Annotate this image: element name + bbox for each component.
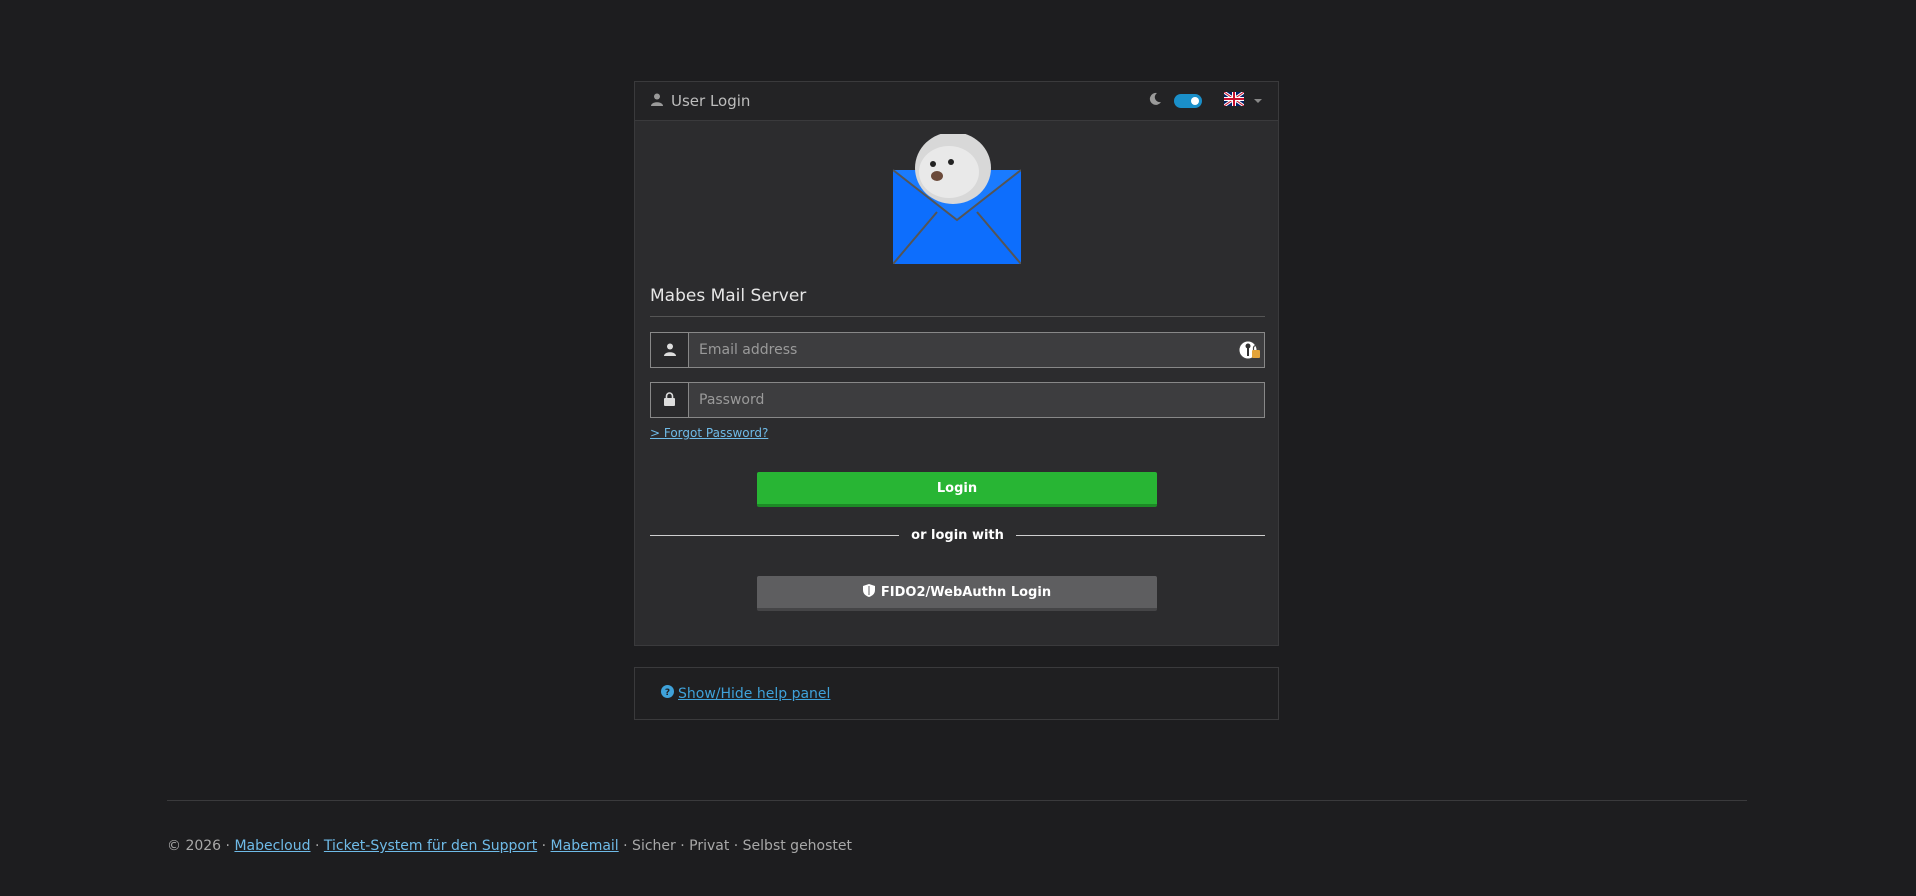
email-group xyxy=(650,332,1265,368)
fido-login-button[interactable]: FIDO2/WebAuthn Login xyxy=(757,576,1157,611)
footer-link-ticket[interactable]: Ticket-System für den Support xyxy=(324,838,537,854)
brand-name: Mabes Mail Server xyxy=(650,286,1265,317)
email-addon xyxy=(650,332,688,368)
footer-divider xyxy=(167,800,1747,801)
language-dropdown[interactable] xyxy=(1223,90,1262,110)
user-icon xyxy=(651,92,663,110)
header-controls xyxy=(1148,90,1262,110)
password-manager-icon[interactable] xyxy=(1238,340,1261,360)
dark-mode-toggle[interactable] xyxy=(1174,94,1202,108)
help-toggle-link[interactable]: ? Show/Hide help panel xyxy=(661,685,830,702)
password-addon xyxy=(650,382,688,418)
forgot-password-link[interactable]: > Forgot Password? xyxy=(650,426,768,440)
fido-login-label: FIDO2/WebAuthn Login xyxy=(880,584,1052,600)
password-input[interactable] xyxy=(688,382,1265,418)
shield-icon xyxy=(862,583,875,601)
email-input[interactable] xyxy=(688,332,1265,368)
chevron-down-icon xyxy=(1254,99,1262,103)
uk-flag-icon xyxy=(1223,90,1245,110)
footer-copyright: © 2026 · xyxy=(167,838,235,854)
footer-sep: · xyxy=(537,838,551,854)
svg-text:?: ? xyxy=(665,688,670,698)
divider-line xyxy=(1015,534,1266,536)
header-title-group: User Login xyxy=(651,92,1148,110)
password-group xyxy=(650,382,1265,418)
login-divider: or login with xyxy=(650,527,1266,543)
footer-link-mabecloud[interactable]: Mabecloud xyxy=(234,838,310,854)
brand-logo xyxy=(892,132,1022,265)
question-icon: ? xyxy=(661,685,674,702)
moon-icon xyxy=(1148,92,1162,110)
user-icon xyxy=(663,341,676,360)
login-card: User Login Mabes Mail Server Email addre… xyxy=(634,81,1279,646)
help-panel: ? Show/Hide help panel xyxy=(634,667,1279,720)
card-header: User Login xyxy=(635,82,1278,121)
page-title: User Login xyxy=(671,92,751,110)
footer: © 2026 · Mabecloud · Ticket-System für d… xyxy=(167,838,852,854)
divider-line xyxy=(650,534,900,536)
help-toggle-label: Show/Hide help panel xyxy=(678,685,831,702)
footer-sep: · xyxy=(310,838,324,854)
login-button[interactable]: Login xyxy=(757,472,1157,507)
divider-text: or login with xyxy=(911,527,1004,543)
lock-icon xyxy=(664,391,675,410)
footer-tagline: · Sicher · Privat · Selbst gehostet xyxy=(618,838,852,854)
footer-link-mabemail[interactable]: Mabemail xyxy=(551,838,619,854)
